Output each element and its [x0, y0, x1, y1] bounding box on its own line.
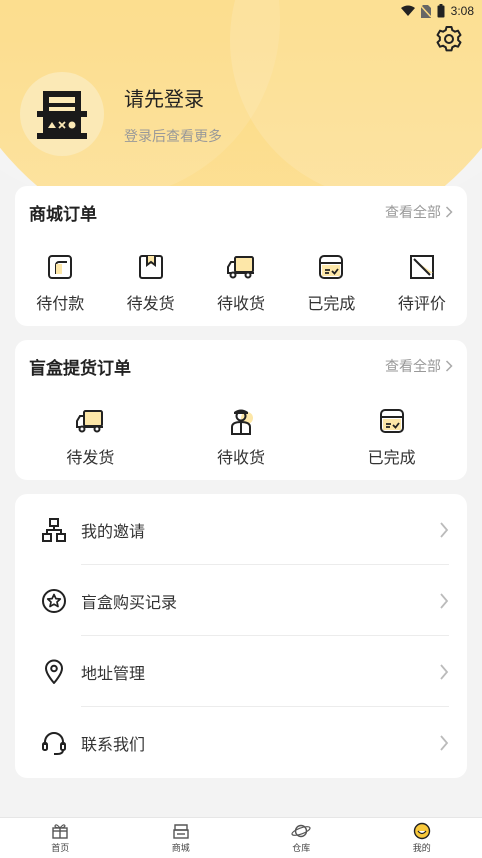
box-check-icon: [379, 409, 404, 433]
tab-warehouse[interactable]: 仓库: [241, 818, 362, 858]
order-pending-review[interactable]: 待评价: [377, 252, 467, 314]
order-pending-payment[interactable]: 待付款: [15, 252, 105, 314]
menu-item-label: 联系我们: [81, 734, 146, 754]
blindbox-pending-shipment[interactable]: 待发货: [15, 406, 166, 468]
tab-label: 我的: [412, 844, 431, 854]
order-pending-receipt[interactable]: 待收货: [196, 252, 286, 314]
order-pending-shipment[interactable]: 待发货: [105, 252, 195, 314]
view-all-label: 查看全部: [385, 359, 441, 375]
shop-icon: [173, 824, 189, 839]
star-circle-icon: [42, 588, 66, 613]
wallet-icon: [48, 255, 73, 279]
chevron-right-icon: [440, 592, 449, 609]
blindbox-orders-title: 盲盒提货订单: [29, 358, 131, 379]
order-item-label: 待付款: [36, 294, 85, 313]
wifi-icon: [400, 5, 415, 16]
profile-header[interactable]: 请先登录 登录后查看更多: [20, 72, 222, 156]
location-pin-icon: [45, 659, 63, 684]
tab-label: 首页: [51, 844, 70, 854]
tab-label: 商城: [171, 844, 190, 854]
gear-icon: [436, 26, 462, 52]
menu-item-label: 盲盒购买记录: [81, 592, 178, 612]
battery-icon: [437, 4, 445, 18]
tab-home[interactable]: 首页: [0, 818, 121, 858]
chevron-right-icon: [445, 360, 453, 372]
login-subtitle: 登录后查看更多: [124, 128, 222, 145]
settings-button[interactable]: [434, 24, 464, 54]
view-all-label: 查看全部: [385, 205, 441, 221]
mall-orders-card: 商城订单 查看全部 待付款 待发货 待收货 已完成 待评价: [15, 186, 467, 326]
bottom-tab-bar: 首页 商城 仓库 我的: [0, 817, 482, 858]
chevron-right-icon: [445, 206, 453, 218]
blindbox-pending-receipt[interactable]: 待收货: [166, 406, 317, 468]
order-completed[interactable]: 已完成: [286, 252, 376, 314]
menu-card: 我的邀请 盲盒购买记录 地址管理 联系我们: [15, 494, 467, 778]
blindbox-orders-view-all[interactable]: 查看全部: [385, 356, 453, 376]
status-bar: 3:08: [0, 0, 482, 22]
blindbox-orders-card: 盲盒提货订单 查看全部 待发货 待收货 已完成: [15, 340, 467, 480]
order-item-label: 待收货: [217, 448, 266, 467]
courier-icon: [231, 409, 253, 435]
chevron-right-icon: [440, 663, 449, 680]
smile-icon: [413, 822, 430, 840]
box-check-icon: [319, 255, 344, 279]
menu-contact-us[interactable]: 联系我们: [15, 707, 467, 778]
headset-icon: [42, 731, 66, 755]
org-chart-icon: [42, 517, 66, 542]
truck-icon: [76, 410, 104, 433]
order-item-label: 待发货: [66, 448, 115, 467]
package-icon: [138, 255, 163, 279]
menu-blindbox-purchase-records[interactable]: 盲盒购买记录: [15, 565, 467, 636]
truck-icon: [227, 256, 255, 279]
menu-item-label: 地址管理: [81, 663, 146, 683]
gift-icon: [52, 824, 68, 839]
shop-avatar-icon: [37, 91, 87, 139]
menu-item-label: 我的邀请: [81, 521, 146, 541]
planet-icon: [291, 824, 311, 838]
order-item-label: 已完成: [367, 448, 416, 467]
blindbox-completed[interactable]: 已完成: [316, 406, 467, 468]
avatar[interactable]: [20, 72, 104, 156]
chevron-right-icon: [440, 734, 449, 751]
order-item-label: 待评价: [397, 294, 446, 313]
no-sim-icon: [420, 4, 431, 18]
tab-mine[interactable]: 我的: [362, 818, 482, 858]
edit-icon: [409, 255, 434, 279]
status-time: 3:08: [450, 4, 474, 18]
mall-orders-title: 商城订单: [29, 204, 97, 225]
order-item-label: 已完成: [307, 294, 356, 313]
menu-address-management[interactable]: 地址管理: [15, 636, 467, 707]
tab-mall[interactable]: 商城: [121, 818, 242, 858]
order-item-label: 待收货: [217, 294, 266, 313]
mall-orders-view-all[interactable]: 查看全部: [385, 202, 453, 222]
tab-label: 仓库: [292, 844, 311, 854]
menu-my-invitations[interactable]: 我的邀请: [15, 494, 467, 565]
order-item-label: 待发货: [126, 294, 175, 313]
chevron-right-icon: [440, 521, 449, 538]
login-prompt[interactable]: 请先登录: [124, 83, 222, 112]
